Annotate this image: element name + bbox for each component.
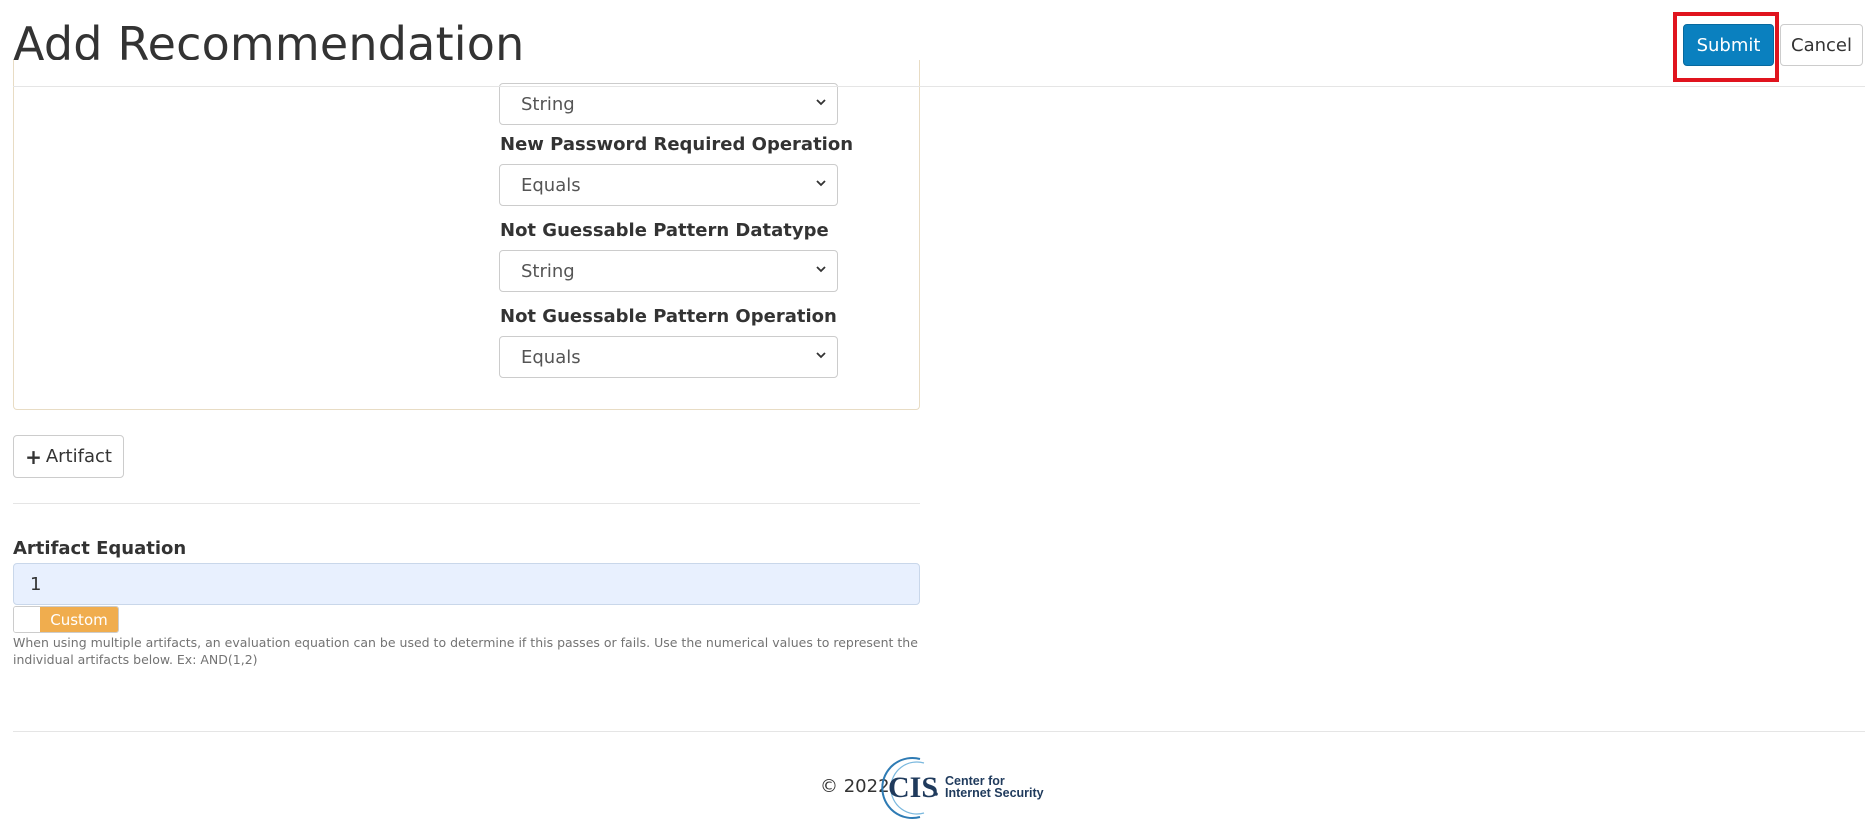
cis-logo-line2: Internet Security <box>945 786 1044 800</box>
cancel-button[interactable]: Cancel <box>1780 24 1863 66</box>
artifact-equation-value: 1 <box>30 573 42 595</box>
chevron-down-icon <box>816 266 826 273</box>
add-artifact-label: Artifact <box>45 446 112 467</box>
select-value: Equals <box>521 346 581 368</box>
chevron-down-icon <box>816 180 826 187</box>
artifact-equation-label: Artifact Equation <box>13 538 187 559</box>
not-guessable-pattern-datatype-label: Not Guessable Pattern Datatype <box>500 220 829 241</box>
custom-toggle-label: Custom <box>40 607 118 632</box>
custom-toggle[interactable]: Custom <box>13 606 119 633</box>
header-divider <box>13 86 1865 87</box>
new-password-required-operation-select[interactable]: Equals <box>499 164 838 206</box>
datatype-select-value: String <box>521 93 575 115</box>
chevron-down-icon <box>816 352 826 359</box>
cis-logo-text: Center for Internet Security <box>945 775 1044 800</box>
cis-mark: CIS <box>888 771 938 804</box>
new-password-required-operation-label: New Password Required Operation <box>500 134 854 155</box>
not-guessable-pattern-operation-select[interactable]: Equals <box>499 336 838 378</box>
toggle-knob <box>14 607 40 632</box>
artifact-equation-input[interactable]: 1 <box>13 563 920 605</box>
artifact-equation-help: When using multiple artifacts, an evalua… <box>13 635 918 667</box>
plus-icon: + <box>25 444 42 469</box>
select-value: String <box>521 260 575 282</box>
chevron-down-icon <box>816 99 826 106</box>
select-value: Equals <box>521 174 581 196</box>
footer-divider <box>13 731 1865 732</box>
add-artifact-button[interactable]: + Artifact <box>13 435 124 478</box>
not-guessable-pattern-operation-label: Not Guessable Pattern Operation <box>500 306 837 327</box>
submit-button[interactable]: Submit <box>1683 24 1774 66</box>
page: Add Recommendation Submit Cancel String … <box>0 0 1876 831</box>
artifact-panel: String New Password Required Operation E… <box>13 60 920 410</box>
datatype-select[interactable]: String <box>499 83 838 125</box>
section-divider <box>13 503 920 504</box>
not-guessable-pattern-datatype-select[interactable]: String <box>499 250 838 292</box>
